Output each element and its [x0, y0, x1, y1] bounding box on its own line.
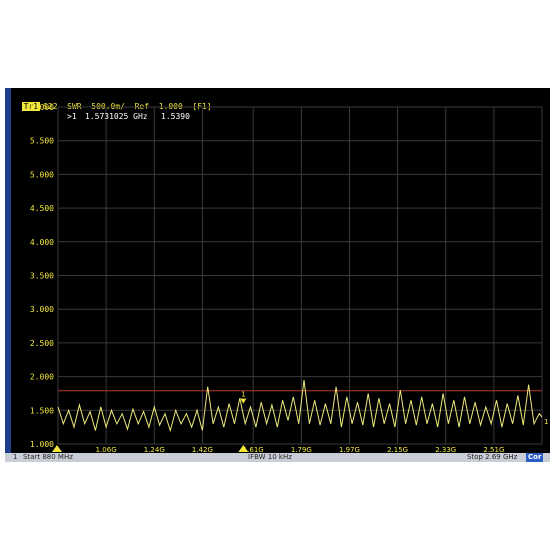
stop-frequency[interactable]: Stop 2.69 GHz	[467, 453, 517, 462]
marker-readout-frequency: 1.5731025 GHz	[85, 112, 148, 121]
correction-badge[interactable]: Cor	[526, 453, 544, 462]
marker-group: 11	[52, 391, 548, 452]
y-tick-label: 4.500	[30, 204, 54, 213]
y-tick-label: 3.500	[30, 272, 54, 281]
y-tick-label: 2.500	[30, 339, 54, 348]
y-tick-label: 4.000	[30, 238, 54, 247]
trace-end-label: 1	[544, 418, 548, 426]
chart-grid	[57, 106, 543, 445]
marker-readout-value: 1.5390	[161, 112, 190, 121]
y-tick-label: 5.500	[30, 137, 54, 146]
y-tick-label: 1.500	[30, 406, 54, 415]
marker-readout-id: >1	[67, 112, 77, 121]
y-tick-label: 3.000	[30, 305, 54, 314]
ifbw-setting[interactable]: IFBW 10 kHz	[248, 453, 292, 462]
channel-number[interactable]: 1	[13, 453, 17, 462]
trace-line	[57, 379, 543, 433]
y-tick-label: 6.000	[30, 103, 54, 112]
status-bar: 1 Start 880 MHz IFBW 10 kHz Stop 2.69 GH…	[5, 453, 550, 462]
y-tick-label: 5.000	[30, 170, 54, 179]
marker-label: 1	[241, 391, 245, 399]
y-tick-labels: 6.000 5.500 5.000 4.500 4.000 3.500 3.000 2.500…	[30, 103, 54, 449]
y-tick-label: 1.000	[30, 440, 54, 449]
swr-chart[interactable]: 6.000 5.500 5.000 4.500 4.000 3.500 3.000 2.500…	[5, 88, 550, 462]
marker-readout: >1 1.5731025 GHz 1.5390	[67, 112, 190, 121]
y-tick-label: 2.000	[30, 373, 54, 382]
start-frequency[interactable]: Start 880 MHz	[23, 453, 73, 462]
